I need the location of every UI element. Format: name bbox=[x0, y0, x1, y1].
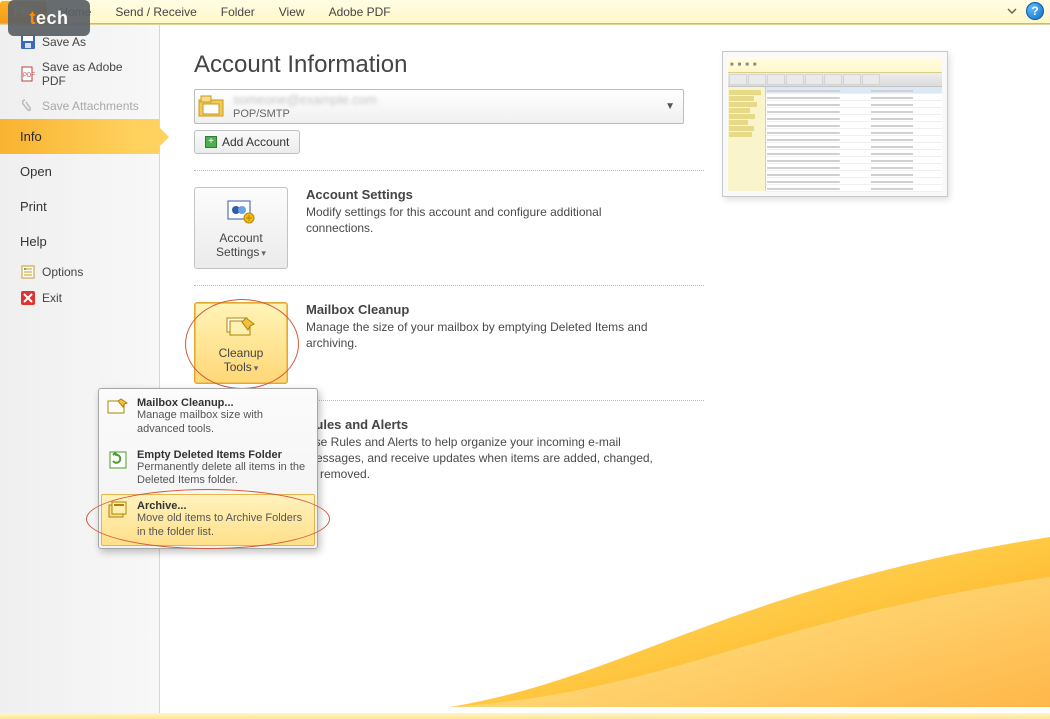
sidebar-item-label: Print bbox=[20, 199, 47, 214]
ribbon-tabs-bar: File Home Send / Receive Folder View Ado… bbox=[0, 0, 1050, 24]
sidebar-item-label: Save As bbox=[42, 35, 86, 49]
attachment-icon bbox=[20, 98, 36, 114]
cleanup-tools-icon bbox=[224, 312, 258, 342]
account-type-label: POP/SMTP bbox=[233, 108, 659, 121]
svg-text:PDF: PDF bbox=[23, 73, 35, 79]
menu-item-desc: Manage mailbox size with advanced tools. bbox=[137, 409, 309, 437]
cleanup-tools-menu: Mailbox Cleanup... Manage mailbox size w… bbox=[98, 388, 318, 549]
window-footer-strip bbox=[0, 713, 1050, 719]
menu-item-title: Archive... bbox=[137, 500, 309, 512]
account-settings-button[interactable]: AccountSettings▾ bbox=[194, 187, 288, 269]
add-account-button[interactable]: + Add Account bbox=[194, 130, 300, 154]
page-title: Account Information bbox=[194, 51, 704, 79]
cleanup-tools-button[interactable]: CleanupTools▾ bbox=[194, 302, 288, 384]
section-heading: Rules and Alerts bbox=[306, 417, 666, 432]
section-heading: Account Settings bbox=[306, 187, 666, 202]
sidebar-item-label: Help bbox=[20, 234, 47, 249]
archive-icon bbox=[107, 500, 129, 522]
menu-item-title: Empty Deleted Items Folder bbox=[137, 449, 309, 461]
sidebar-item-exit[interactable]: Exit bbox=[0, 285, 159, 311]
backstage-content: Account Information someone@example.com … bbox=[160, 25, 1050, 713]
account-folder-icon bbox=[197, 92, 227, 120]
mailbox-cleanup-icon bbox=[107, 397, 129, 419]
sidebar-item-label: Open bbox=[20, 164, 52, 179]
sidebar-item-label: Save Attachments bbox=[42, 99, 139, 113]
add-account-label: Add Account bbox=[222, 135, 289, 149]
separator bbox=[194, 285, 704, 286]
sidebar-item-label: Save as Adobe PDF bbox=[42, 60, 149, 88]
sidebar-item-save-adobe[interactable]: PDF Save as Adobe PDF bbox=[0, 55, 159, 93]
section-body: Manage the size of your mailbox by empty… bbox=[306, 319, 666, 351]
recycle-icon bbox=[107, 449, 129, 471]
section-account-settings: AccountSettings▾ Account Settings Modify… bbox=[194, 187, 704, 269]
ribbon-tab-folder[interactable]: Folder bbox=[209, 1, 267, 23]
sidebar-item-info[interactable]: Info bbox=[0, 119, 159, 154]
sidebar-item-label: Exit bbox=[42, 291, 62, 305]
minimize-ribbon-icon[interactable] bbox=[1004, 3, 1020, 19]
sidebar-item-options[interactable]: Options bbox=[0, 259, 159, 285]
help-icon[interactable]: ? bbox=[1026, 2, 1044, 20]
sidebar-item-save-attachments: Save Attachments bbox=[0, 93, 159, 119]
menu-item-desc: Move old items to Archive Folders in the… bbox=[137, 512, 309, 540]
pdf-icon: PDF bbox=[20, 66, 36, 82]
account-settings-icon bbox=[224, 197, 258, 227]
menu-item-mailbox-cleanup[interactable]: Mailbox Cleanup... Manage mailbox size w… bbox=[101, 391, 315, 443]
watermark-logo: tech bbox=[8, 0, 90, 36]
mailbox-preview-thumbnail: ■■■■ bbox=[722, 51, 948, 197]
account-email-blurred: someone@example.com bbox=[233, 92, 659, 108]
options-icon bbox=[20, 264, 36, 280]
menu-item-desc: Permanently delete all items in the Dele… bbox=[137, 461, 309, 489]
section-heading: Mailbox Cleanup bbox=[306, 302, 666, 317]
section-body: Use Rules and Alerts to help organize yo… bbox=[306, 434, 666, 483]
plus-icon: + bbox=[205, 136, 217, 148]
sidebar-item-open[interactable]: Open bbox=[0, 154, 159, 189]
save-icon bbox=[20, 34, 36, 50]
sidebar-item-print[interactable]: Print bbox=[0, 189, 159, 224]
ribbon-tab-view[interactable]: View bbox=[267, 1, 317, 23]
dropdown-arrow-icon: ▼ bbox=[665, 101, 679, 112]
section-mailbox-cleanup: CleanupTools▾ Mailbox Cleanup Manage the… bbox=[194, 302, 704, 384]
menu-item-archive[interactable]: Archive... Move old items to Archive Fol… bbox=[101, 494, 315, 546]
sidebar-item-label: Options bbox=[42, 265, 83, 279]
account-dropdown[interactable]: someone@example.com POP/SMTP ▼ bbox=[194, 89, 684, 124]
menu-item-empty-deleted[interactable]: Empty Deleted Items Folder Permanently d… bbox=[101, 443, 315, 495]
ribbon-tab-send-receive[interactable]: Send / Receive bbox=[103, 1, 208, 23]
section-body: Modify settings for this account and con… bbox=[306, 204, 666, 236]
ribbon-tab-adobe-pdf[interactable]: Adobe PDF bbox=[317, 1, 403, 23]
menu-item-title: Mailbox Cleanup... bbox=[137, 397, 309, 409]
separator bbox=[194, 170, 704, 171]
caret-down-icon: ▾ bbox=[261, 248, 266, 258]
caret-down-icon: ▾ bbox=[254, 363, 259, 373]
sidebar-item-label: Info bbox=[20, 129, 42, 144]
exit-icon bbox=[20, 290, 36, 306]
backstage-sidebar: Save As PDF Save as Adobe PDF Save Attac… bbox=[0, 25, 160, 713]
sidebar-item-help[interactable]: Help bbox=[0, 224, 159, 259]
